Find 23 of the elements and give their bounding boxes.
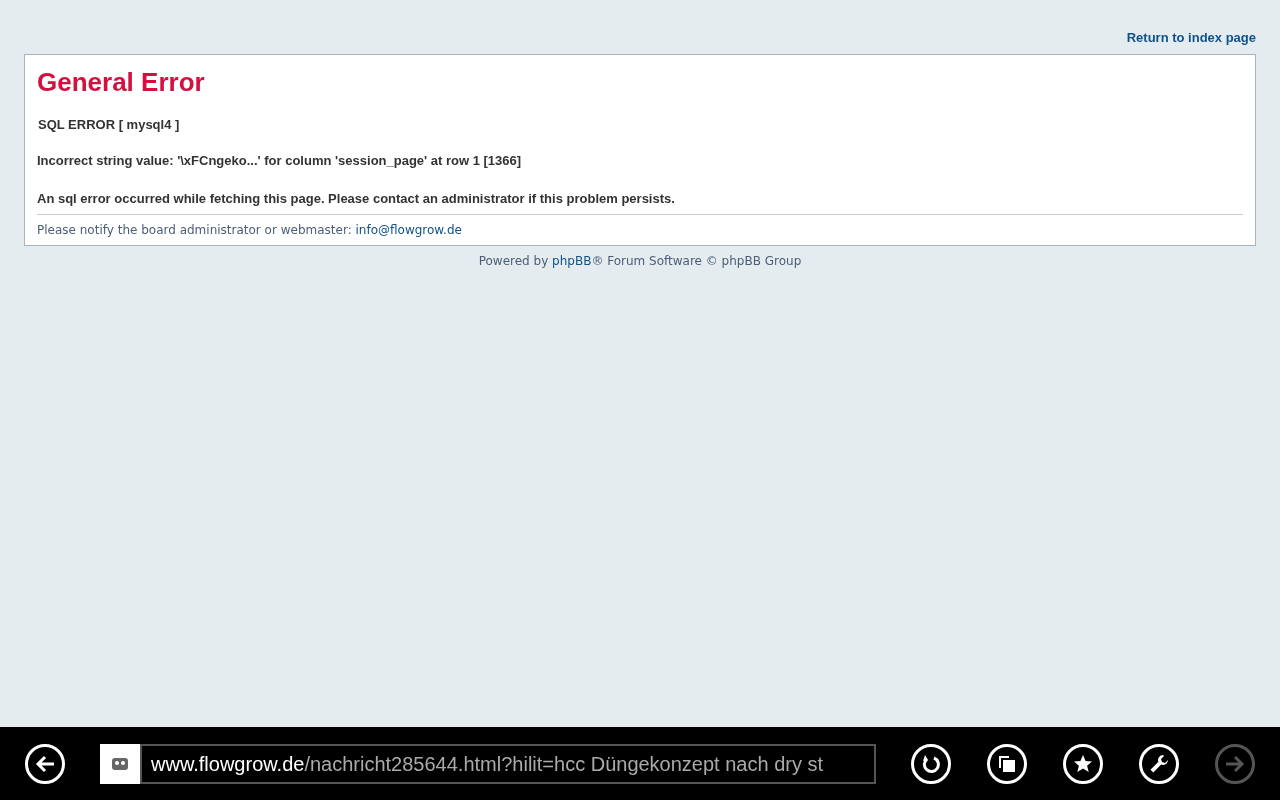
forward-arrow-icon — [1225, 753, 1245, 774]
back-button[interactable] — [25, 743, 65, 784]
email-link[interactable]: info@flowgrow.de — [355, 223, 462, 237]
return-link[interactable]: Return to index page — [1126, 28, 1256, 48]
notify-text: Please notify the board administrator or webmaster: — [37, 223, 352, 237]
error-title: General Error — [37, 66, 206, 97]
wrench-icon — [1149, 753, 1169, 774]
phpbb-link[interactable]: phpBB — [552, 254, 592, 268]
tools-button[interactable] — [1139, 743, 1179, 784]
overlapping-squares-icon — [997, 753, 1017, 774]
star-icon — [1073, 753, 1093, 774]
tabs-button[interactable] — [987, 743, 1027, 784]
address-field[interactable]: www.flowgrow.de/nachricht285644.html?hilit=hcc Düngekonzept nach dry st — [140, 743, 876, 784]
back-arrow-icon — [35, 754, 55, 773]
site-icon — [100, 743, 140, 784]
error-message-text: An sql error occurred while fetching this page. Please contact an administrator if this problem persists. — [37, 188, 1243, 215]
refresh-icon — [921, 753, 941, 774]
refresh-button[interactable] — [911, 743, 951, 784]
error-detail-text: Incorrect string value: '\xFCngeko...' for column 'session_page' at row 1 [1366] — [37, 152, 523, 170]
copyright-text: ® Forum Software © phpBB Group — [591, 254, 802, 268]
favorites-button[interactable] — [1063, 743, 1103, 784]
sql-error-text: SQL ERROR [ mysql4 ] — [37, 115, 181, 134]
powered-by-text: Powered by — [478, 254, 549, 268]
